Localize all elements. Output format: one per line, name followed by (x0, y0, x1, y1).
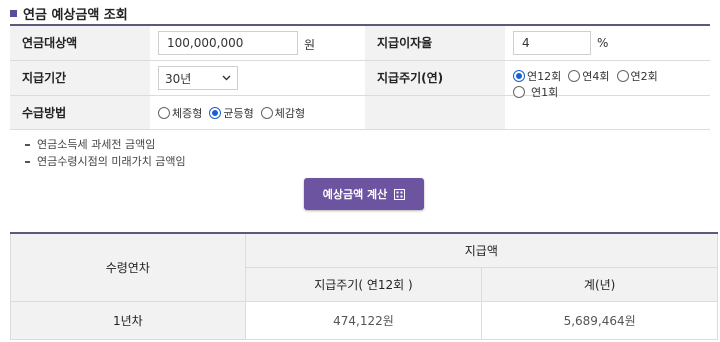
radio-selected-icon (513, 70, 525, 82)
period-select-value: 30년 (165, 71, 192, 86)
row-annual-total: 5,689,464원 (481, 300, 718, 340)
principal-input[interactable]: 100,000,000 (158, 31, 298, 55)
cycle-cell: 연12회 연4회 연2회 연1회 (505, 61, 710, 99)
cycle-radio-2[interactable]: 연2회 (616, 68, 658, 84)
radio-icon (616, 70, 629, 82)
radio-icon (568, 70, 581, 82)
section-title: 연금 예상금액 조회 (10, 4, 128, 23)
method-radio-equal[interactable]: 균등형 (209, 105, 254, 121)
form-row-2: 지급기간 30년 지급주기(연) 연12회 연4회 연2회 연1회 (10, 61, 710, 99)
period-cell: 30년 (150, 61, 365, 95)
rate-input[interactable]: 4 (513, 31, 591, 55)
radio-selected-icon (209, 107, 222, 119)
period-label: 지급기간 (10, 61, 150, 95)
header-annual-total: 계(년) (481, 266, 718, 302)
chevron-down-icon (222, 75, 231, 81)
dash-icon (25, 144, 30, 146)
row-cycle-amount: 474,122원 (244, 300, 483, 340)
header-payment: 지급액 (244, 232, 719, 268)
notes-list: 연금소득세 과세전 금액임 연금수령시점의 미래가치 금액임 (25, 136, 186, 170)
period-select[interactable]: 30년 (158, 66, 238, 90)
calculate-button[interactable]: 예상금액 계산 (304, 178, 424, 210)
cycle-radio-12[interactable]: 연12회 (513, 68, 561, 84)
principal-label: 연금대상액 (10, 26, 150, 60)
form-row-1: 연금대상액 100,000,000 원 지급이자율 4 % (10, 26, 710, 61)
principal-unit: 원 (304, 38, 316, 52)
method-cell: 체증형 균등형 체감형 (150, 96, 365, 129)
result-table: 수령연차 지급액 지급주기( 연12회 ) 계(년) 1년차 474,122원 … (10, 232, 719, 340)
rate-unit: % (597, 36, 609, 50)
input-form: 연금대상액 100,000,000 원 지급이자율 4 % 지급기간 30년 지… (10, 24, 710, 130)
method-radio-group: 체증형 균등형 체감형 (158, 105, 312, 121)
radio-icon (158, 107, 170, 119)
dash-icon (25, 161, 30, 163)
page-title: 연금 예상금액 조회 (23, 8, 128, 23)
cycle-radio-4[interactable]: 연4회 (568, 68, 610, 84)
empty-value-cell (505, 96, 710, 129)
table-row: 1년차 474,122원 5,689,464원 (10, 300, 718, 340)
method-label: 수급방법 (10, 96, 150, 129)
note-item: 연금소득세 과세전 금액임 (25, 136, 186, 153)
note-item: 연금수령시점의 미래가치 금액임 (25, 153, 186, 170)
form-row-3: 수급방법 체증형 균등형 체감형 (10, 96, 710, 130)
calculate-button-label: 예상금액 계산 (322, 188, 388, 201)
method-radio-increasing[interactable]: 체증형 (158, 105, 202, 121)
calculator-icon (394, 188, 406, 200)
cycle-label: 지급주기(연) (365, 61, 505, 95)
header-year: 수령연차 (10, 232, 246, 302)
rate-label: 지급이자율 (365, 26, 505, 60)
rate-cell: 4 % (505, 26, 710, 60)
row-year: 1년차 (10, 300, 246, 340)
empty-label-cell (365, 96, 505, 129)
method-radio-decreasing[interactable]: 체감형 (260, 105, 305, 121)
header-cycle-amount: 지급주기( 연12회 ) (244, 266, 483, 302)
principal-cell: 100,000,000 원 (150, 26, 365, 60)
title-bullet (10, 10, 17, 17)
radio-icon (260, 107, 273, 119)
